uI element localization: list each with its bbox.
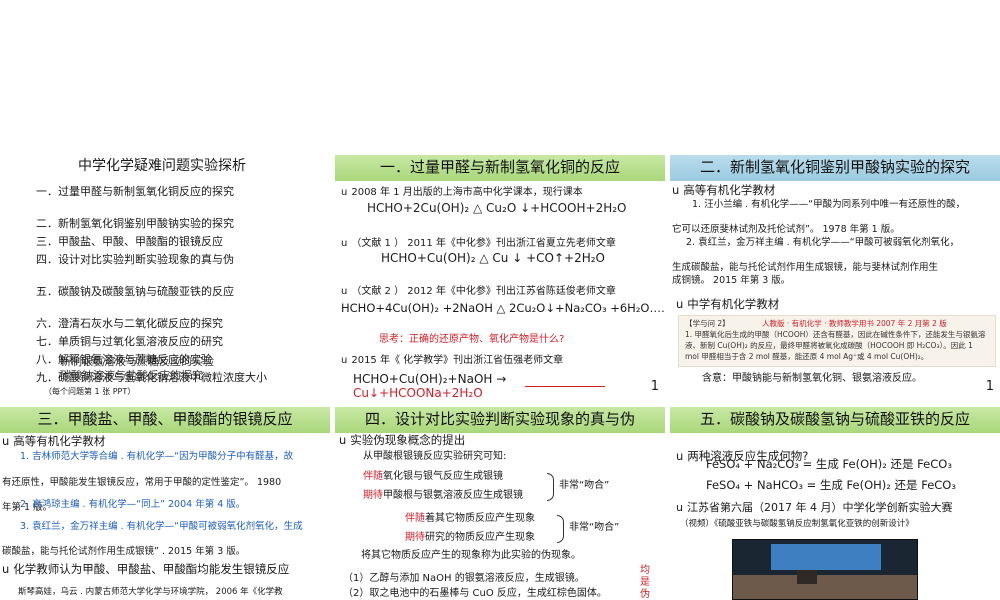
- toc-item-8-overlay: 新制银氨溶液与蔗糖反应的实验: [60, 355, 214, 368]
- reaction-1: FeSO₄ + Na₂CO₃ = 生成 Fe(OH)₂ 还是 FeCO₃: [706, 457, 952, 471]
- text-l5: 成铜镜。 2015 年第 3 版。: [672, 275, 791, 286]
- excerpt-text: 1. 甲醛氧化后生成的甲酸（HCOOH）还含有醛基，因此在碱性条件下，还能发生与…: [685, 329, 986, 361]
- match-label-b: 非常“吻合”: [569, 522, 620, 533]
- video-thumbnail[interactable]: [732, 539, 918, 600]
- toc-item-6: 六．澄清石灰水与二氧化碳反应的探究: [36, 317, 223, 330]
- line-a2-text: 甲酸根与银氨溶液反应生成银镜: [383, 490, 523, 501]
- page-number: 1: [985, 379, 994, 394]
- tag-accompany-b: 伴随: [405, 513, 425, 524]
- summary-text: 将其它物质反应产生的现象称为此实验的伪现象。: [361, 550, 581, 561]
- text-l6: 碳酸盐，能与托伦试剂作用生成银镜” . 2015 年第 3 版。: [2, 546, 246, 557]
- toc-item-3: 三．甲酸盐、甲酸、甲酸酯的银镜反应: [36, 235, 223, 248]
- text-l2: 它可以还原斐林试剂及托伦试剂”。 1978 年第 1 版。: [672, 224, 900, 235]
- line-a2: 期待甲酸根与银氨溶液反应生成银镜: [363, 489, 523, 502]
- slide-title: 二．新制氢氧化铜鉴别甲酸钠实验的探究: [670, 155, 1000, 181]
- match-label-a: 非常“吻合”: [559, 480, 610, 491]
- heading-2: 中学有机化学教材: [676, 297, 779, 312]
- slide-title: 三．甲酸盐、甲酸、甲酸酯的银镜反应: [0, 407, 330, 433]
- slide-false-phenomena[interactable]: 四．设计对比实验判断实验现象的真与伪 实验伪现象概念的提出 从甲酸根银镜反应实验…: [335, 407, 665, 600]
- slide-carbonate[interactable]: 五．碳酸钠及碳酸氢钠与硫酸亚铁的反应 两种溶液反应生成何物? FeSO₄ + N…: [670, 407, 1000, 600]
- textbook-excerpt: 【学与问 2】 人教版 · 有机化学 · 教师教学用书 2007 年 2 月第 …: [678, 315, 996, 367]
- reference-text: 斯琴高娃，乌云 . 内蒙古师范大学化学与环境学院， 2006 年《化学教: [18, 587, 283, 597]
- toc-item-7: 七．单质铜与过氧化氢溶液反应的研究: [36, 335, 223, 348]
- implication-text: 含意：甲酸钠能与新制氢氧化铜、银氨溶液反应。: [702, 373, 922, 384]
- text-l2: 有还原性，甲酸能发生银镜反应，常用于甲酸的定性鉴定”。 1980: [2, 477, 282, 488]
- equation-3: HCHO+4Cu(OH)₂ +2NaOH △ 2Cu₂O↓+Na₂CO₃ +6H…: [341, 301, 665, 315]
- line-a1-text: 氧化银与银气反应生成银镜: [383, 471, 503, 482]
- toc-item-1: 一．过量甲醛与新制氢氧化铜反应的探究: [36, 185, 234, 198]
- line-b2: 期待研究的物质反应产生现象: [405, 531, 535, 544]
- text-p4: 2015 年《 化学教学》刊出浙江省伍强老师文章: [341, 354, 563, 367]
- heading-1: 高等有机化学教材: [672, 183, 775, 198]
- slide-title: 一．过量甲醛与新制氢氧化铜的反应: [335, 155, 665, 181]
- line-b1-text: 着其它物质反应产生现象: [425, 513, 535, 524]
- slide-sodium-formate[interactable]: 二．新制氢氧化铜鉴别甲酸钠实验的探究 高等有机化学教材 1. 汪小兰编 . 有机…: [670, 155, 1000, 401]
- equation-1: HCHO+2Cu(OH)₂ △ Cu₂O ↓+HCOOH+2H₂O: [367, 201, 627, 215]
- text-p3: （文献 2 ） 2012 年《中化参》刊出江苏省陈廷俊老师文章: [341, 285, 616, 298]
- toc-item-9-overlay: 碳酸钠溶液与盐酸反应的探究: [60, 369, 203, 382]
- equation-2: HCHO+Cu(OH)₂ △ Cu ↓ +CO↑+2H₂O: [381, 251, 605, 265]
- line-a1: 伴随氧化银与银气反应生成银镜: [363, 470, 503, 483]
- line-b1: 伴随着其它物质反应产生现象: [405, 512, 535, 525]
- slide-title: 四．设计对比实验判断实验现象的真与伪: [335, 407, 665, 433]
- slide-toc[interactable]: 中学化学疑难问题实验探析 一．过量甲醛与新制氢氧化铜反应的探究 二．新制氢氧化铜…: [0, 155, 330, 401]
- slide-title: 五．碳酸钠及碳酸氢钠与硫酸亚铁的反应: [670, 407, 1000, 433]
- text-l5: 3. 袁红兰，金万祥主编 . 有机化学—“甲酸可被弱氧化剂氧化，生成: [20, 521, 303, 532]
- side-label: 均是伪: [640, 565, 650, 600]
- blank-line: [525, 386, 605, 387]
- text-p1: 2008 年 1 月出版的上海市高中化学课本，现行课本: [341, 186, 582, 199]
- page-number: 1: [650, 379, 659, 394]
- text-l1: 1. 汪小兰编 . 有机化学——“甲酸为同系列中唯一有还原性的酸，: [692, 199, 966, 210]
- toc-title: 中学化学疑难问题实验探析: [78, 158, 246, 174]
- text-l4: 生成碳酸盐，能与托伦试剂作用生成银镜，能与斐林试剂作用生: [672, 262, 939, 273]
- intro-text: 从甲酸根银镜反应实验研究可知:: [363, 451, 507, 462]
- toc-item-2: 二．新制氢氧化铜鉴别甲酸钠实验的探究: [36, 217, 234, 230]
- toc-footnote: （每个问题第 1 张 PPT）: [44, 387, 136, 396]
- slide-silver-mirror[interactable]: 三．甲酸盐、甲酸、甲酸酯的银镜反应 高等有机化学教材 1. 吉林师范大学等合编 …: [0, 407, 330, 600]
- stage-area: [733, 575, 917, 599]
- tag-accompany: 伴随: [363, 471, 383, 482]
- podium: [797, 570, 817, 584]
- excerpt-tag: 【学与问 2】: [685, 319, 730, 328]
- brace-b: [557, 515, 564, 543]
- text-l1: 1. 吉林师范大学等合编 . 有机化学—“因为甲酸分子中有醛基，故: [20, 451, 294, 462]
- tag-expect-b: 期待: [405, 532, 425, 543]
- text-p2: （文献 1 ） 2011 年《中化参》刊出浙江省夏立先老师文章: [341, 237, 616, 250]
- heading-2: 化学教师认为甲酸、甲酸盐、甲酸酯均能发生银镜反应: [2, 562, 289, 577]
- heading-2: 江苏省第六届（2017 年 4 月）中学化学创新实验大赛: [676, 501, 952, 515]
- toc-item-4: 四．设计对比实验判断实验现象的真与伪: [36, 253, 234, 266]
- tag-expect: 期待: [363, 490, 383, 501]
- think-question: 思考：正确的还原产物、氧化产物是什么?: [379, 334, 565, 345]
- text-l3: 2. 袁红兰，金万祥主编 . 有机化学——“甲酸可被弱氧化剂氧化，: [686, 237, 960, 248]
- brace-a: [547, 473, 554, 501]
- excerpt-source: 人教版 · 有机化学 · 教师教学用书 2007 年 2 月第 2 版: [762, 319, 947, 328]
- heading-1: 高等有机化学教材: [2, 434, 105, 449]
- reaction-2: FeSO₄ + NaHCO₃ = 生成 Fe(OH)₂ 还是 FeCO₃: [706, 478, 956, 492]
- equation-4b: Cu↓+HCOONa+2H₂O: [353, 386, 483, 400]
- toc-item-5: 五．碳酸钠及碳酸氢钠与硫酸亚铁的反应: [36, 285, 234, 298]
- heading-1: 实验伪现象概念的提出: [339, 433, 465, 448]
- video-note: （视频）《硫酸亚铁与碳酸氢钠反应制氢氧化亚铁的创新设计》: [680, 519, 914, 529]
- example-2: （2）取之电池中的石墨棒与 CuO 反应，生成红棕色固体。: [343, 588, 607, 599]
- slide-formaldehyde[interactable]: 一．过量甲醛与新制氢氧化铜的反应 2008 年 1 月出版的上海市高中化学课本，…: [335, 155, 665, 401]
- line-b2-text: 研究的物质反应产生现象: [425, 532, 535, 543]
- projector-screen: [771, 544, 881, 570]
- example-1: （1）乙醇与添加 NaOH 的银氨溶液反应，生成银镜。: [343, 573, 585, 584]
- text-l4: 2. 高鸿琼主编 . 有机化学—“同上” 2004 年第 4 版。: [20, 499, 246, 510]
